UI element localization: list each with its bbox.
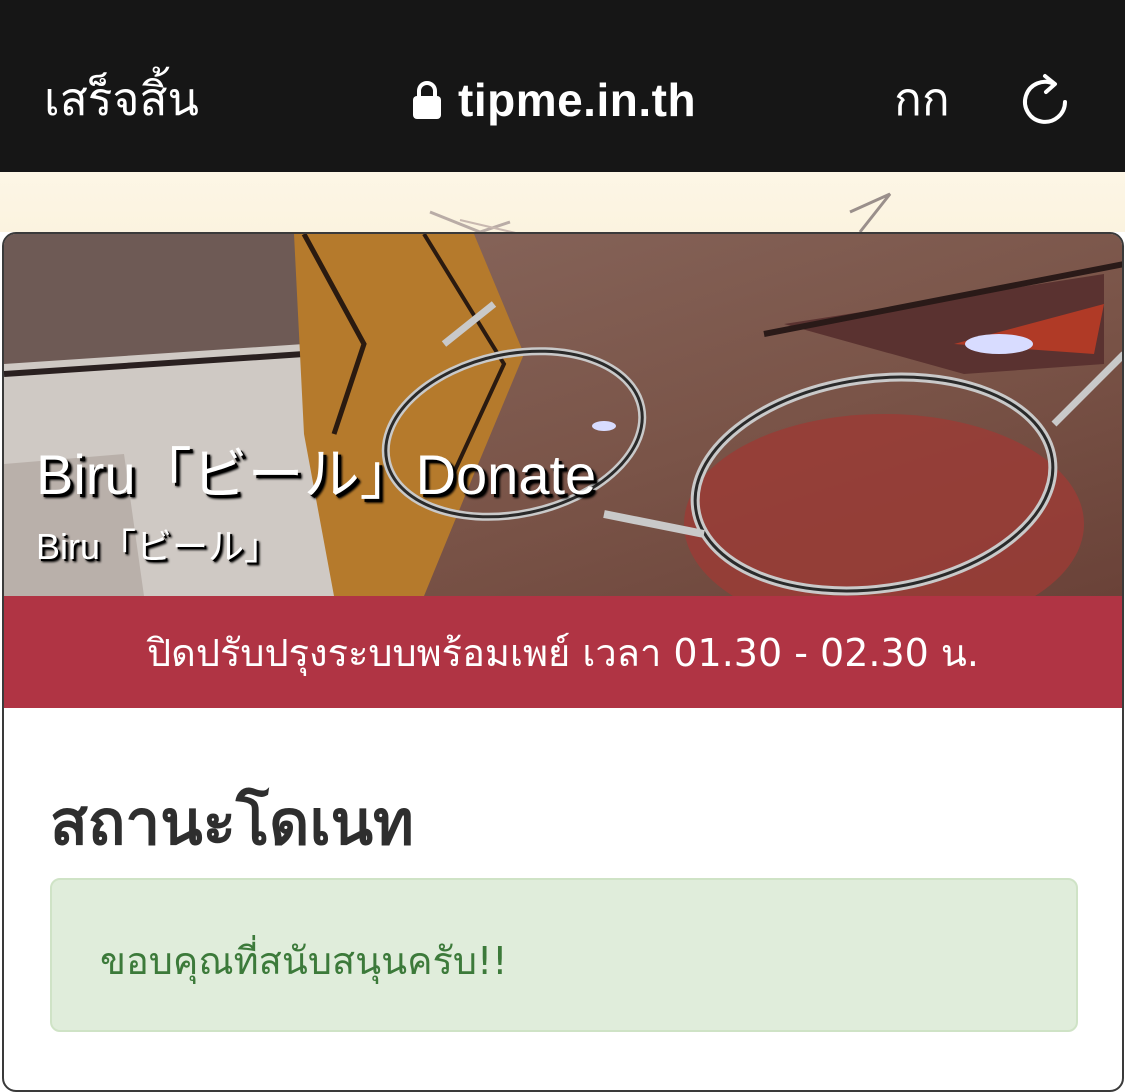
maintenance-notice: ปิดปรับปรุงระบบพร้อมเพย์ เวลา 01.30 - 02…: [4, 596, 1122, 708]
donate-card: Biru「ビール」Donate Biru「ビール」 ปิดปรับปรุงระบ…: [2, 232, 1124, 1092]
profile-banner: Biru「ビール」Donate Biru「ビール」: [4, 234, 1122, 596]
creator-name: Biru「ビール」: [36, 526, 281, 567]
reload-icon: [1023, 74, 1067, 124]
browser-toolbar: เสร็จสิ้น tipme.in.th กก: [0, 0, 1125, 172]
url-text: tipme.in.th: [458, 74, 697, 126]
page-title: Biru「ビール」Donate: [36, 443, 597, 506]
done-button[interactable]: เสร็จสิ้น: [44, 68, 199, 130]
success-alert: ขอบคุณที่สนับสนุนครับ!!: [50, 878, 1078, 1032]
reload-button[interactable]: [1019, 72, 1071, 126]
text-size-button[interactable]: กก: [894, 68, 950, 130]
success-message: ขอบคุณที่สนับสนุนครับ!!: [100, 939, 508, 983]
maintenance-notice-text: ปิดปรับปรุงระบบพร้อมเพย์ เวลา 01.30 - 02…: [147, 630, 979, 675]
address-bar[interactable]: tipme.in.th: [412, 70, 696, 130]
lock-icon: [413, 81, 441, 119]
status-heading: สถานะโดเนท: [50, 786, 414, 859]
